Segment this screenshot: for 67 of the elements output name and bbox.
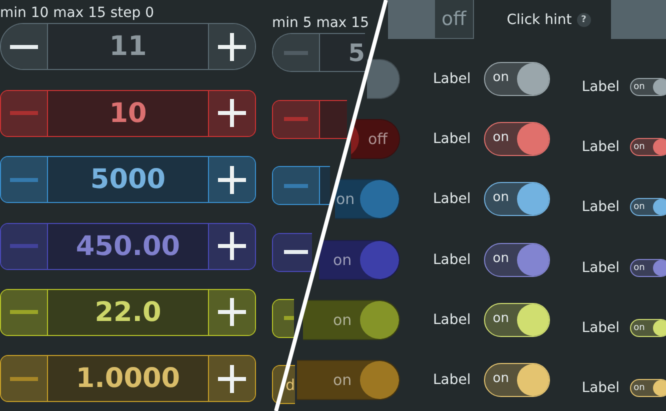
plus-button[interactable] — [208, 356, 255, 402]
value-field[interactable]: 5000 — [48, 157, 208, 202]
toggle-switch[interactable]: on — [484, 122, 550, 156]
toggle-switch[interactable]: on — [303, 300, 400, 340]
plus-icon — [218, 32, 246, 61]
switch-label: Label — [433, 191, 471, 208]
switch-label: Label — [433, 131, 471, 148]
value-field[interactable]: 5 — [320, 34, 365, 72]
minus-icon — [284, 316, 294, 320]
toggle-switch[interactable]: on — [630, 78, 666, 96]
value-field[interactable]: 450.00 — [48, 224, 208, 269]
value-field[interactable]: 1.0000 — [48, 356, 208, 402]
minus-icon — [10, 310, 38, 314]
hint-tab[interactable]: Click hint ? — [492, 0, 602, 39]
minus-icon — [10, 178, 38, 182]
minus-icon — [284, 250, 308, 254]
toggle-switch[interactable]: on — [484, 62, 550, 96]
plus-icon — [218, 232, 246, 260]
plus-icon — [218, 298, 246, 326]
switch-label: Label — [582, 79, 620, 95]
range-label: min 5 max 15 — [272, 14, 370, 32]
toggle-switch[interactable]: on — [297, 360, 400, 400]
switch-label: Label — [433, 312, 471, 328]
toggle-switch[interactable] — [367, 59, 400, 99]
switch-label: Label — [582, 199, 620, 216]
toggle-switch[interactable]: on — [484, 242, 550, 277]
minus-icon — [284, 50, 308, 55]
plus-button[interactable] — [208, 157, 255, 202]
toggle-switch[interactable]: on — [630, 258, 666, 277]
minus-icon — [284, 117, 308, 122]
switch-label: Label — [433, 71, 471, 87]
plus-button[interactable] — [208, 24, 255, 70]
plus-icon — [218, 99, 246, 128]
plus-button[interactable] — [208, 90, 255, 136]
tab-label: Click hint — [506, 12, 572, 28]
plus-icon — [218, 364, 246, 393]
plus-button[interactable] — [208, 224, 255, 269]
value-field[interactable]: 22.0 — [48, 290, 208, 335]
value-field[interactable]: 10 — [48, 90, 208, 136]
plus-button[interactable] — [208, 290, 255, 335]
toggle-switch[interactable]: on — [484, 182, 550, 216]
off-switch[interactable]: off — [388, 0, 474, 39]
toggle-switch[interactable]: on — [630, 378, 666, 397]
toggle-switch[interactable]: on — [630, 198, 666, 216]
value-field[interactable]: 11 — [48, 24, 208, 70]
toggle-switch[interactable]: off — [351, 119, 400, 160]
switch-label: Label — [582, 139, 620, 156]
minus-icon — [10, 376, 38, 381]
toggle-switch[interactable]: on — [335, 179, 400, 220]
toggle-switch[interactable]: on — [319, 240, 400, 280]
help-icon[interactable]: ? — [576, 12, 591, 26]
minus-icon — [10, 44, 38, 49]
minus-icon — [284, 184, 308, 188]
switch-label: Label — [433, 372, 471, 388]
plus-icon — [218, 166, 246, 194]
toggle-switch[interactable]: on — [630, 318, 666, 337]
toggle-switch[interactable]: on — [484, 302, 550, 337]
switch-label: Label — [433, 252, 471, 268]
switch-label: Label — [582, 260, 620, 276]
switch-label: Label — [582, 380, 620, 396]
minus-button[interactable] — [1, 24, 48, 70]
switch-label: Label — [582, 320, 620, 336]
range-label: min 10 max 15 step 0 — [0, 4, 155, 22]
toggle-switch[interactable]: on — [484, 362, 550, 397]
minus-icon — [10, 111, 38, 116]
minus-icon — [10, 244, 38, 248]
toggle-switch[interactable]: on — [630, 138, 666, 156]
